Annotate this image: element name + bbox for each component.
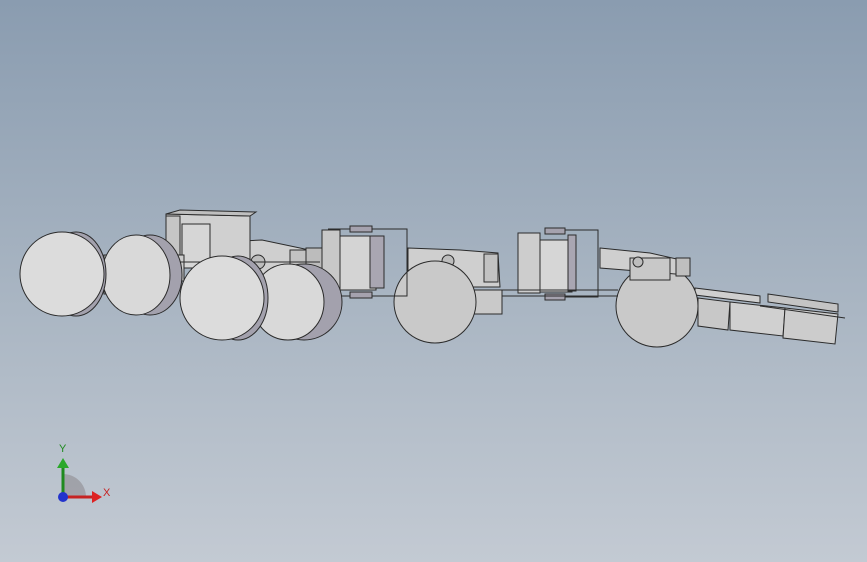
rear-servo-bracket [599,247,691,281]
wheel-front-outer-right [179,255,269,341]
y-axis-label: Y [59,443,67,455]
x-axis-label: X [103,487,111,499]
wheel-front-inner-left [101,234,183,316]
cad-viewport[interactable] [0,0,867,562]
robot-model[interactable] [19,209,846,348]
axis-triad [57,458,102,503]
rear-plate-assembly [694,287,846,345]
wheel-front-outer-left [19,231,107,317]
wheel-middle [393,260,477,344]
